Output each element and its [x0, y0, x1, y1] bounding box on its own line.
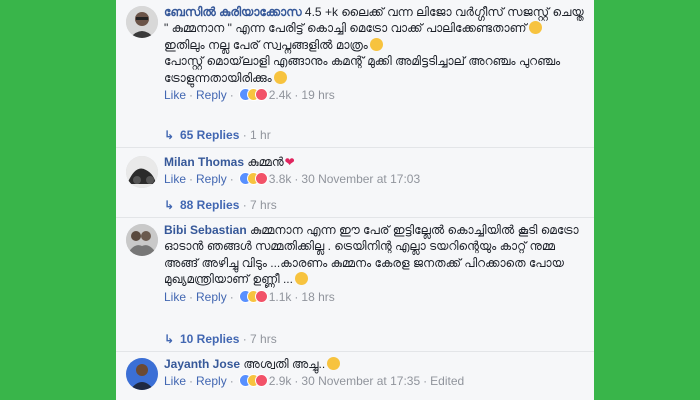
separator-dot: · — [189, 88, 194, 103]
like-link[interactable]: Like — [164, 172, 186, 186]
like-link[interactable]: Like — [164, 88, 186, 102]
love-reaction-icon — [254, 172, 268, 186]
reply-link[interactable]: Reply — [196, 88, 227, 102]
separator-dot: · — [294, 289, 299, 304]
replies-count[interactable]: 10 Replies — [180, 332, 239, 346]
separator-dot: · — [229, 374, 234, 389]
comment-body: Milan Thomas കുമ്മൻ❤ Like · Reply · 3.8k · 30 … — [164, 154, 584, 188]
comment-text: കുമ്മൻ — [244, 155, 284, 169]
reply-link[interactable]: Reply — [196, 172, 227, 186]
reply-arrow-icon: ↳ — [164, 198, 175, 212]
comment-time[interactable]: 30 November at 17:35 — [301, 374, 420, 388]
commenter-name[interactable]: Bibi Sebastian — [164, 223, 247, 237]
reply-link[interactable]: Reply — [196, 374, 227, 388]
avatar[interactable] — [126, 358, 158, 390]
avatar[interactable] — [126, 224, 158, 256]
replies-link[interactable]: ↳ 88 Replies · 7 hrs — [164, 197, 277, 213]
separator-dot: · — [229, 172, 234, 187]
laugh-emoji-icon — [327, 357, 341, 370]
avatar[interactable] — [126, 6, 158, 38]
user-avatar-icon — [126, 358, 158, 390]
separator-dot: · — [189, 172, 194, 187]
comment-text-block: Jayanth Jose അശ്വതി അച്ചു.. — [164, 356, 584, 372]
commenter-name[interactable]: ബേസിൽ കുരിയാക്കോസ — [164, 5, 302, 19]
comment-text-block: ബേസിൽ കുരിയാക്കോസ 4.5 +k ലൈക്ക് വന്ന ലിജ… — [164, 4, 584, 86]
reaction-icons[interactable] — [238, 289, 268, 304]
commenter-name[interactable]: Milan Thomas — [164, 155, 244, 169]
divider — [116, 147, 594, 148]
replies-link[interactable]: ↳ 10 Replies · 7 hrs — [164, 331, 277, 347]
reaction-count[interactable]: 3.8k — [269, 172, 292, 186]
reaction-count[interactable]: 2.4k — [269, 88, 292, 102]
comments-panel: ബേസിൽ കുരിയാക്കോസ 4.5 +k ലൈക്ക് വന്ന ലിജ… — [116, 0, 594, 400]
reply-link[interactable]: Reply — [196, 290, 227, 304]
comment-actions: Like · Reply · 2.4k · 19 hrs — [164, 86, 584, 104]
reaction-icons[interactable] — [238, 88, 268, 102]
separator-dot: · — [239, 198, 251, 212]
comment-actions: Like · Reply · 1.1k · 18 hrs — [164, 288, 584, 306]
replies-time: 7 hrs — [250, 332, 277, 346]
comment-actions: Like · Reply · 2.9k · 30 November at 17:35 · Edi… — [164, 372, 584, 390]
separator-dot: · — [229, 88, 234, 103]
love-reaction-icon — [254, 374, 268, 388]
like-link[interactable]: Like — [164, 290, 186, 304]
commenter-name[interactable]: Jayanth Jose — [164, 357, 240, 371]
comment-actions: Like · Reply · 3.8k · 30 November at 17:03 — [164, 170, 584, 188]
separator-dot: · — [294, 374, 299, 389]
smile-emoji-icon — [273, 70, 287, 84]
reaction-icons[interactable] — [238, 374, 268, 388]
replies-link[interactable]: ↳ 65 Replies · 1 hr — [164, 127, 271, 143]
smile-emoji-icon — [528, 21, 542, 35]
separator-dot: · — [239, 128, 251, 142]
replies-time: 7 hrs — [250, 198, 277, 212]
comment-time[interactable]: 19 hrs — [301, 88, 334, 102]
comment-text-block: Bibi Sebastian കുമ്മനാന എന്ന ഈ പേര് ഇട്ട… — [164, 222, 584, 288]
comment-body: Bibi Sebastian കുമ്മനാന എന്ന ഈ പേര് ഇട്ട… — [164, 222, 584, 306]
avatar[interactable] — [126, 156, 158, 188]
replies-count[interactable]: 88 Replies — [180, 198, 239, 212]
comment-body: Jayanth Jose അശ്വതി അച്ചു.. Like · Reply · 2… — [164, 356, 584, 390]
separator-dot: · — [423, 374, 428, 389]
separator-dot: · — [189, 374, 194, 389]
comment-text-line2: ഇതിലും നല്ല പേര് സ്വപ്നങ്ങളിൽ മാത്രം — [164, 37, 368, 52]
divider — [116, 351, 594, 352]
separator-dot: · — [189, 289, 194, 304]
reaction-icons[interactable] — [238, 172, 268, 186]
comment-time[interactable]: 18 hrs — [301, 290, 334, 304]
comment-body: ബേസിൽ കുരിയാക്കോസ 4.5 +k ലൈക്ക് വന്ന ലിജ… — [164, 4, 584, 104]
like-link[interactable]: Like — [164, 374, 186, 388]
separator-dot: · — [294, 88, 299, 103]
sad-emoji-icon — [294, 272, 308, 286]
user-avatar-icon — [126, 6, 158, 38]
smile-emoji-icon — [369, 37, 383, 51]
comment-text-line3: പോസ്റ്റ് മൊയ്‌ലാളി എങ്ങാനും കമന്റ് മുക്ക… — [164, 54, 561, 85]
reaction-count[interactable]: 1.1k — [269, 290, 292, 304]
comment-text: അശ്വതി അച്ചു.. — [240, 357, 326, 371]
divider — [116, 217, 594, 218]
separator-dot: · — [229, 289, 234, 304]
user-avatar-icon — [126, 156, 158, 188]
edited-label[interactable]: Edited — [430, 374, 464, 388]
replies-time: 1 hr — [250, 128, 271, 142]
love-reaction-icon — [254, 289, 268, 303]
replies-count[interactable]: 65 Replies — [180, 128, 239, 142]
comment-text-block: Milan Thomas കുമ്മൻ❤ — [164, 154, 584, 170]
reaction-count[interactable]: 2.9k — [269, 374, 292, 388]
reply-arrow-icon: ↳ — [164, 128, 175, 142]
comment-time[interactable]: 30 November at 17:03 — [301, 172, 420, 186]
user-avatar-icon — [126, 224, 158, 256]
reply-arrow-icon: ↳ — [164, 332, 175, 346]
love-reaction-icon — [254, 88, 268, 102]
separator-dot: · — [294, 172, 299, 187]
heart-emoji-icon: ❤ — [284, 155, 295, 169]
separator-dot: · — [239, 332, 251, 346]
